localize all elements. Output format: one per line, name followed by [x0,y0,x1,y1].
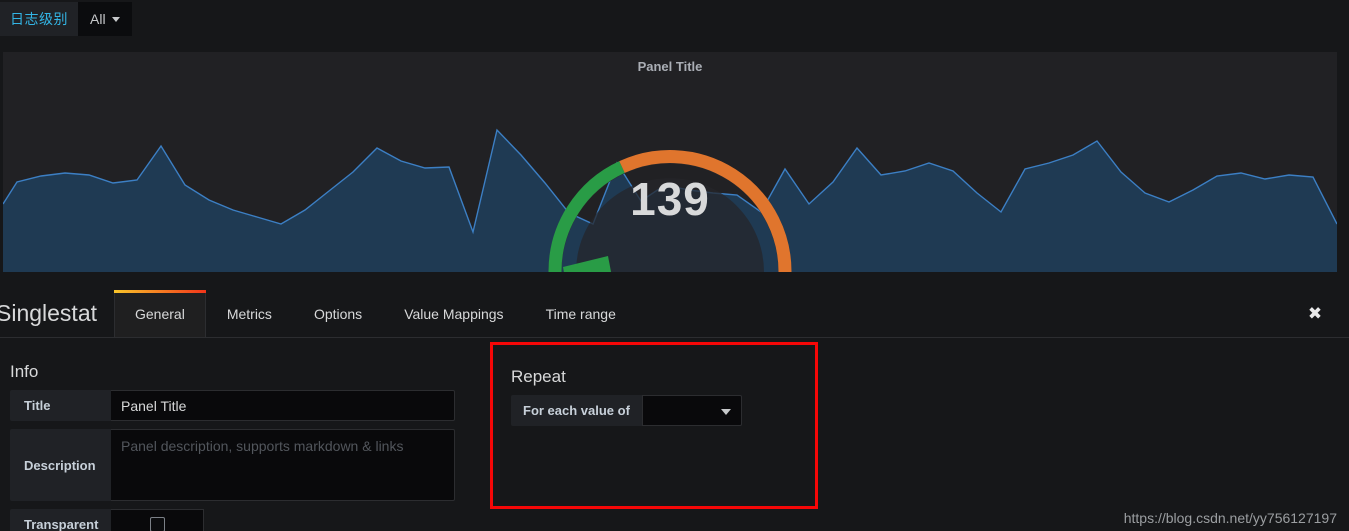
title-label: Title [10,390,111,421]
variable-value-dropdown[interactable]: All [78,2,132,36]
tab-options[interactable]: Options [293,290,383,337]
tab-value-mappings-label: Value Mappings [404,305,504,322]
tab-metrics-label: Metrics [226,305,272,322]
app-root: 日志级别 All Panel Title 139 Singlestat Gene… [0,0,1349,531]
close-icon[interactable]: ✖ [1301,300,1329,328]
tab-general[interactable]: General [114,290,206,337]
tab-value-mappings[interactable]: Value Mappings [383,290,524,337]
repeat-heading: Repeat [511,367,566,386]
chevron-down-icon [720,409,731,415]
gauge-value: 139 [630,173,710,225]
tab-metrics[interactable]: Metrics [206,290,293,337]
editor-tab-bar: Singlestat General Metrics Options Value… [0,290,1349,338]
tab-general-label: General [135,305,185,322]
variable-log-level[interactable]: 日志级别 All [0,2,132,36]
tab-options-label: Options [313,305,363,322]
title-row: Title [10,390,455,421]
info-heading: Info [10,362,39,381]
transparent-row: Transparent [10,509,455,531]
description-label: Description [10,429,111,501]
singlestat-panel[interactable]: Panel Title 139 [3,52,1337,279]
for-each-value-of-label: For each value of [511,395,642,426]
tab-time-range[interactable]: Time range [525,290,637,337]
panel-editor: Singlestat General Metrics Options Value… [0,290,1349,531]
editor-title: Singlestat [0,300,98,326]
repeat-section-highlight: Repeat For each value of [490,342,818,509]
repeat-for-each-row: For each value of [511,395,742,426]
transparent-checkbox[interactable] [149,517,165,531]
watermark-url: https://blog.csdn.net/yy756127197 [1123,510,1337,526]
title-input[interactable] [111,390,455,421]
description-row: Description [10,429,455,501]
template-variable-bar: 日志级别 All [0,0,1349,48]
variable-value-text: All [90,11,106,27]
panel-title: Panel Title [637,59,703,74]
description-textarea[interactable] [111,429,455,501]
info-section: Info Title Description Transparent [10,362,455,531]
variable-label: 日志级别 [0,2,78,36]
tab-time-range-label: Time range [545,305,616,322]
transparent-checkbox-cell[interactable] [111,509,204,531]
chevron-down-icon [111,16,120,22]
repeat-variable-select[interactable] [641,395,742,426]
transparent-label: Transparent [10,509,111,531]
